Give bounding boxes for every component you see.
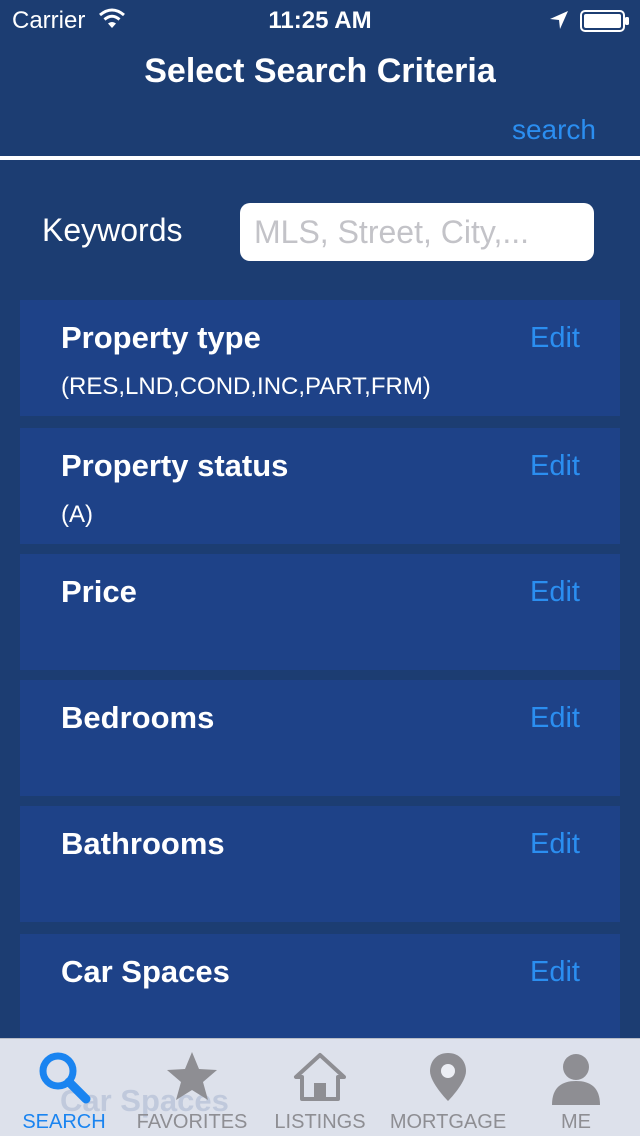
criteria-title: Bathrooms <box>61 826 225 861</box>
tab-mortgage[interactable]: MORTGAGE <box>384 1039 512 1136</box>
criteria-title: Property status <box>61 448 289 483</box>
criteria-title: Property type <box>61 320 261 355</box>
battery-icon <box>580 10 629 32</box>
tab-label: MORTGAGE <box>389 1111 507 1133</box>
criteria-value: (A) <box>61 501 93 528</box>
tab-favorites[interactable]: FAVORITES <box>128 1039 256 1136</box>
edit-bedrooms-button[interactable]: Edit <box>530 702 580 735</box>
criteria-title: Price <box>61 574 137 609</box>
tab-me[interactable]: ME <box>512 1039 640 1136</box>
edit-property-status-button[interactable]: Edit <box>530 450 580 483</box>
tab-label: SEARCH <box>22 1111 106 1133</box>
location-arrow-icon <box>550 11 568 29</box>
criteria-title: Bedrooms <box>61 700 215 735</box>
criteria-value: (RES,LND,COND,INC,PART,FRM) <box>61 373 431 400</box>
header-divider <box>0 156 640 160</box>
criteria-title: Car Spaces <box>61 954 230 989</box>
criteria-row-property-type[interactable]: Property type (RES,LND,COND,INC,PART,FRM… <box>20 300 620 416</box>
tab-listings[interactable]: LISTINGS <box>256 1039 384 1136</box>
star-icon <box>167 1052 217 1100</box>
home-icon <box>294 1053 346 1101</box>
criteria-row-car-spaces[interactable]: Car Spaces Edit <box>20 934 620 1050</box>
status-time: 11:25 AM <box>268 7 372 34</box>
search-icon <box>39 1052 91 1104</box>
tab-label: FAVORITES <box>136 1111 248 1133</box>
edit-price-button[interactable]: Edit <box>530 576 580 609</box>
criteria-row-bathrooms[interactable]: Bathrooms Edit <box>20 806 620 922</box>
keywords-label: Keywords <box>42 212 183 248</box>
search-button[interactable]: search <box>512 114 596 146</box>
criteria-row-price[interactable]: Price Edit <box>20 554 620 670</box>
map-pin-icon <box>430 1053 466 1101</box>
criteria-row-bedrooms[interactable]: Bedrooms Edit <box>20 680 620 796</box>
tab-label: LISTINGS <box>274 1111 366 1133</box>
person-icon <box>552 1054 600 1105</box>
edit-bathrooms-button[interactable]: Edit <box>530 828 580 861</box>
tab-bar: Car Spaces SEARCH FAVORITES LISTINGS MOR… <box>0 1038 640 1136</box>
tab-label: ME <box>561 1111 591 1133</box>
status-bar: Carrier 11:25 AM <box>0 0 640 40</box>
page-title: Select Search Criteria <box>144 52 496 90</box>
edit-car-spaces-button[interactable]: Edit <box>530 956 580 989</box>
keywords-input[interactable] <box>240 203 594 261</box>
tab-search[interactable]: SEARCH <box>0 1039 128 1136</box>
criteria-row-property-status[interactable]: Property status (A) Edit <box>20 428 620 544</box>
edit-property-type-button[interactable]: Edit <box>530 322 580 355</box>
